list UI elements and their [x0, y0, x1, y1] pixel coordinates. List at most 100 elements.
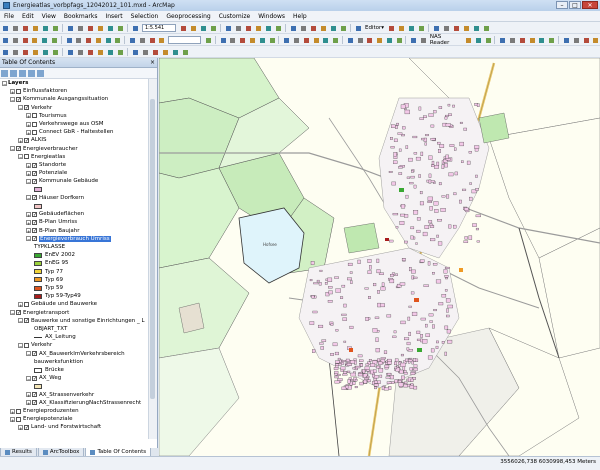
toolbar-tool-icon[interactable] [96, 48, 104, 56]
toolbar-tool-icon[interactable] [41, 24, 49, 32]
toc-row[interactable]: AX_Leitung [34, 333, 76, 341]
toc-row[interactable]: − Layers [2, 79, 28, 87]
layer-label[interactable]: B-Plan Umriss [39, 219, 77, 225]
toolbar-tool-icon[interactable] [116, 24, 124, 32]
menu-view[interactable]: View [38, 13, 60, 20]
toolbar-tool-icon[interactable] [1, 36, 9, 44]
menu-file[interactable]: File [0, 13, 18, 20]
toolbar-tool-icon[interactable] [51, 24, 59, 32]
layer-visibility-checkbox[interactable] [32, 162, 37, 168]
collapse-icon[interactable]: − [10, 310, 15, 316]
minimize-button[interactable]: – [556, 1, 568, 9]
toc-row[interactable]: + B-Plan Umriss [26, 218, 77, 226]
expand-icon[interactable]: + [26, 392, 31, 398]
menu-help[interactable]: Help [289, 13, 311, 20]
layer-label[interactable]: AX_BauwerkImVerkehrsbereich [39, 351, 125, 357]
toolbar-tool-icon[interactable] [462, 24, 470, 32]
layer-label[interactable]: AX_KlassifizierungNachStrassenrecht [39, 400, 141, 406]
layer-label[interactable]: Energieproduzenten [23, 408, 79, 414]
toolbar-tool-icon[interactable] [248, 36, 256, 44]
layer-label[interactable]: Land- und Forstwirtschaft [31, 424, 101, 430]
collapse-icon[interactable]: − [18, 154, 23, 160]
toc-row[interactable]: − AX_Weg [26, 374, 61, 382]
toolbar-tool-icon[interactable] [356, 36, 364, 44]
nas-reader-label[interactable]: NAS Reader [430, 34, 461, 46]
expand-icon[interactable]: + [26, 129, 31, 136]
toc-row[interactable]: − AX_BauwerkImVerkehrsbereich [26, 350, 125, 358]
toolbar-tool-icon[interactable] [51, 48, 59, 56]
toc-scroll-thumb[interactable] [150, 99, 155, 399]
collapse-icon[interactable]: − [26, 195, 31, 201]
toolbar-tool-icon[interactable] [472, 24, 480, 32]
layer-visibility-checkbox[interactable] [24, 318, 29, 324]
toc-scrollbar[interactable] [148, 79, 157, 439]
toolbar-tool-icon[interactable] [86, 24, 94, 32]
collapse-icon[interactable]: − [26, 236, 31, 242]
toc-row[interactable]: EnEG 95 [34, 259, 68, 267]
layer-visibility-checkbox[interactable] [24, 424, 29, 430]
layer-label[interactable]: Verkehr [31, 105, 52, 111]
expand-icon[interactable]: + [26, 400, 31, 406]
toc-row[interactable]: + Energiepotenziale [10, 415, 73, 423]
toolbar-tool-icon[interactable] [113, 36, 121, 44]
toolbar-tool-icon[interactable] [128, 36, 136, 44]
layer-visibility-checkbox[interactable] [16, 96, 21, 102]
toc-row[interactable]: + Connect GbR - Haltestellen [26, 128, 113, 136]
layer-visibility-checkbox[interactable] [16, 146, 21, 152]
toolbar-tool-icon[interactable] [432, 24, 440, 32]
layer-label[interactable]: Typ 69 [45, 277, 63, 283]
toolbar-tool-icon[interactable] [312, 36, 320, 44]
toolbar-tool-icon[interactable] [199, 24, 207, 32]
toolbar-tool-icon[interactable] [339, 24, 347, 32]
toc-row[interactable]: − Energieverbraucher [10, 145, 78, 153]
toc-row[interactable]: + Potenziale [26, 169, 67, 177]
layer-label[interactable]: Kommunale Ausgangssituation [23, 96, 108, 102]
toolbar-tool-icon[interactable] [1, 48, 9, 56]
layer-visibility-checkbox[interactable] [24, 301, 29, 307]
toolbar-tool-icon[interactable] [94, 36, 102, 44]
toolbar-tool-icon[interactable] [354, 24, 362, 32]
toolbar-tool-icon[interactable] [331, 36, 339, 44]
collapse-icon[interactable]: − [26, 375, 31, 382]
layer-visibility-checkbox[interactable] [32, 178, 37, 184]
toolbar-tool-icon[interactable] [209, 24, 217, 32]
layer-label[interactable]: TYPKLASSE [34, 244, 65, 250]
expand-icon[interactable]: + [18, 424, 23, 431]
toolbar-tool-icon[interactable] [234, 24, 242, 32]
layer-label[interactable]: Layers [8, 80, 28, 86]
toolbar-tool-icon[interactable] [11, 24, 19, 32]
map-scale-input[interactable]: 1:5.541 [142, 23, 176, 32]
toolbar-tool-icon[interactable] [204, 36, 212, 44]
collapse-icon[interactable]: − [26, 351, 31, 357]
toc-row[interactable]: Typ 59-Typ49 [34, 292, 81, 300]
toc-row[interactable]: + Land- und Forstwirtschaft [18, 423, 101, 431]
toc-row[interactable]: Brücke [34, 366, 64, 374]
layer-label[interactable]: Einflussfaktoren [23, 88, 67, 94]
layer-dropdown[interactable] [168, 35, 201, 44]
toolbar-tool-icon[interactable] [518, 36, 526, 44]
menu-geoprocessing[interactable]: Geoprocessing [162, 13, 214, 20]
toolbar-tool-icon[interactable] [151, 48, 159, 56]
menu-edit[interactable]: Edit [18, 13, 38, 20]
layer-label[interactable]: Potenziale [39, 170, 67, 176]
toolbar-tool-icon[interactable] [452, 24, 460, 32]
layer-visibility-checkbox[interactable] [16, 310, 21, 316]
list-by-source-icon[interactable] [10, 69, 17, 77]
layer-label[interactable]: Energiepotenziale [23, 416, 73, 422]
toolbar-tool-icon[interactable] [76, 48, 84, 56]
toolbar-tool-icon[interactable] [189, 24, 197, 32]
layer-visibility-checkbox[interactable] [32, 351, 37, 357]
layer-visibility-checkbox[interactable] [32, 236, 37, 242]
expand-icon[interactable]: + [26, 219, 31, 226]
toolbar-tool-icon[interactable] [148, 36, 156, 44]
toc-row[interactable]: + AX_KlassifizierungNachStrassenrecht [26, 399, 141, 407]
toolbar-tool-icon[interactable] [464, 36, 472, 44]
layer-visibility-checkbox[interactable] [32, 375, 37, 381]
toc-row[interactable]: TYPKLASSE [34, 243, 65, 251]
toolbar-tool-icon[interactable] [292, 36, 300, 44]
toolbar-tool-icon[interactable] [572, 36, 580, 44]
toolbar-tool-icon[interactable] [582, 36, 590, 44]
toolbar-tool-icon[interactable] [141, 48, 149, 56]
toc-row[interactable]: Typ 69 [34, 276, 63, 284]
toc-options-icon[interactable] [37, 69, 44, 77]
